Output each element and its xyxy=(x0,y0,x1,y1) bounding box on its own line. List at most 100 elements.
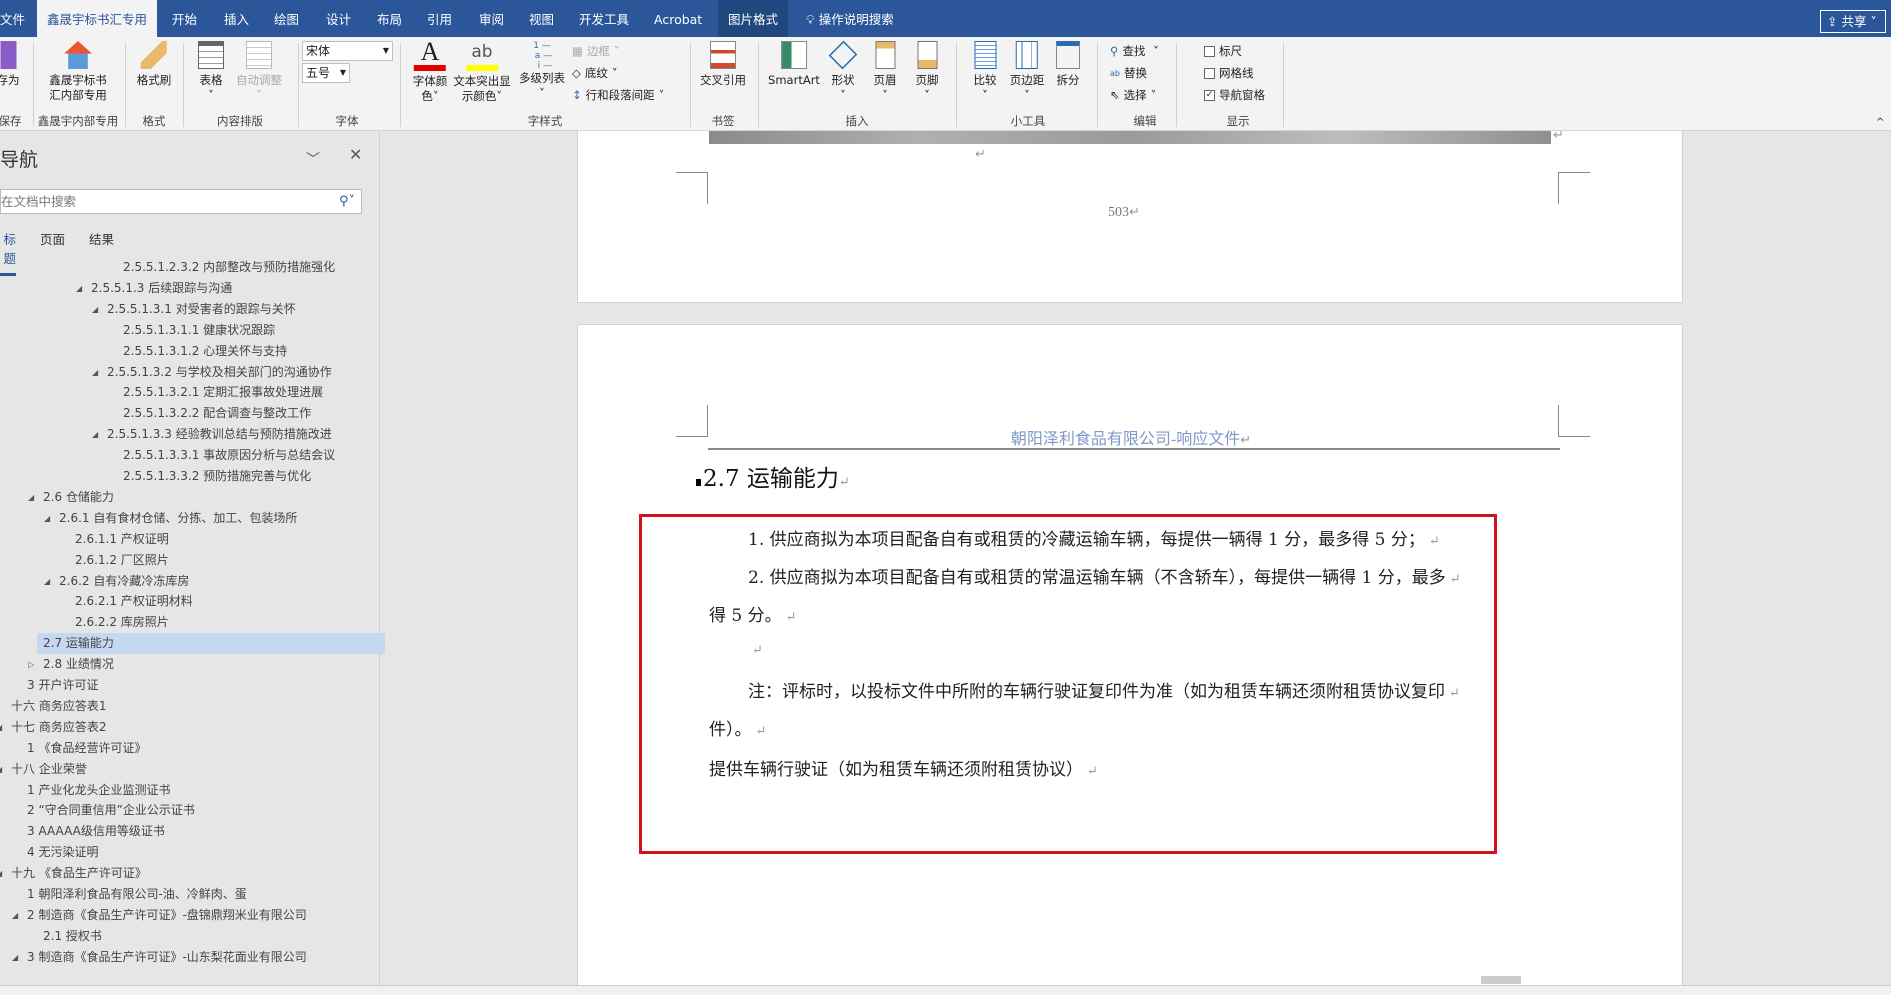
font-size-select[interactable]: 五号 ▼ xyxy=(302,63,350,83)
auto-fit-button[interactable]: 自动调整 ˅ xyxy=(236,41,282,103)
expand-triangle-icon[interactable]: ◢ xyxy=(92,299,98,320)
expand-triangle-icon[interactable]: ◢ xyxy=(76,278,82,299)
compare-button[interactable]: 比较 ˅ xyxy=(974,41,997,103)
close-icon[interactable]: ✕ xyxy=(349,145,362,164)
cross-reference-button[interactable]: 交叉引用 xyxy=(700,41,746,88)
tab-acrobat[interactable]: Acrobat xyxy=(654,0,702,37)
tab-home[interactable]: 开始 xyxy=(172,0,197,37)
nav-tree-item[interactable]: ◢ 十八 企业荣誉 xyxy=(0,759,348,780)
tab-view[interactable]: 视图 xyxy=(529,0,554,37)
nav-tree-item[interactable]: ◢ 3 制造商《食品生产许可证》-山东梨花面业有限公司 xyxy=(0,947,348,968)
find-button[interactable]: ⚲ 查找 ˅ xyxy=(1110,43,1159,59)
table-button[interactable]: 表格 ˅ xyxy=(198,41,224,103)
nav-tree-item[interactable]: 2.6.1.1 产权证明 xyxy=(0,529,348,550)
nav-tree-item[interactable]: 1 产业化龙头企业监测证书 xyxy=(0,780,348,801)
tab-references[interactable]: 引用 xyxy=(427,0,452,37)
nav-pane-checkbox[interactable]: ✓ 导航窗格 xyxy=(1204,87,1265,103)
nav-tree-item[interactable]: ◢ 2.5.5.1.3.3 经验教训总结与预防措施改进 xyxy=(0,424,348,445)
tab-file[interactable]: 文件 xyxy=(0,0,25,37)
nav-tree-item[interactable]: ◢ 2.6 仓储能力 xyxy=(0,487,348,508)
format-painter-button[interactable]: 格式刷 xyxy=(137,41,171,88)
nav-tree-item[interactable]: ◢ 2.6.1 自有食材仓储、分拣、加工、包装场所 xyxy=(0,508,348,529)
ruler-checkbox[interactable]: 标尺 xyxy=(1204,43,1242,59)
nav-tree-item[interactable]: 2 “守合同重信用”企业公示证书 xyxy=(0,800,348,821)
expand-triangle-icon[interactable]: ◢ xyxy=(0,717,2,738)
nav-tree-item[interactable]: 2.1 授权书 xyxy=(0,926,348,947)
document-image[interactable] xyxy=(709,131,1551,144)
nav-tree-item[interactable]: 1 朝阳泽利食品有限公司-油、冷鲜肉、蛋 xyxy=(0,884,348,905)
expand-triangle-icon[interactable]: ◢ xyxy=(44,571,50,592)
header-button[interactable]: 页眉 ˅ xyxy=(874,41,897,103)
xsy-internal-button[interactable]: 鑫晟宇标书 汇内部专用 xyxy=(49,41,107,103)
nav-tree-item[interactable]: ◢ 十七 商务应答表2 xyxy=(0,717,348,738)
nav-search-input[interactable]: 在文档中搜索 ⚲˅ xyxy=(0,189,362,214)
nav-tree-item[interactable]: 3 开户许可证 xyxy=(0,675,348,696)
nav-tree-item[interactable]: 1 《食品经营许可证》 xyxy=(0,738,348,759)
border-button[interactable]: ▦ 边框 ˅ xyxy=(572,43,620,59)
nav-tree-item[interactable]: 2.5.5.1.3.1.2 心理关怀与支持 xyxy=(0,341,348,362)
tab-review[interactable]: 审阅 xyxy=(479,0,504,37)
scrollbar-thumb[interactable] xyxy=(1481,976,1521,984)
highlight-button[interactable]: ab 文本突出显 示颜色˅ xyxy=(453,39,511,104)
line-spacing-button[interactable]: ↕ 行和段落间距 ˅ xyxy=(572,87,664,103)
collapse-ribbon-icon[interactable]: ^ xyxy=(1876,117,1884,128)
collapse-triangle-icon[interactable]: ▷ xyxy=(28,654,34,675)
chevron-down-icon[interactable]: ﹀ xyxy=(306,149,320,169)
save-as-icon xyxy=(0,41,16,69)
tell-me-search[interactable]: 💡︎ 操作说明搜索 xyxy=(806,0,894,37)
replace-button[interactable]: ab 替换 xyxy=(1110,65,1147,81)
tab-pages[interactable]: 页面 xyxy=(40,229,65,248)
tab-draw[interactable]: 绘图 xyxy=(274,0,299,37)
nav-tree-item[interactable]: 2.6.1.2 厂区照片 xyxy=(0,550,348,571)
nav-tree-item[interactable]: ◢ 2.5.5.1.3 后续跟踪与沟通 xyxy=(0,278,348,299)
expand-triangle-icon[interactable]: ◢ xyxy=(12,905,18,926)
nav-tree-item[interactable]: 2.5.5.1.3.3.1 事故原因分析与总结会议 xyxy=(0,445,348,466)
split-button[interactable]: 拆分 xyxy=(1056,41,1080,88)
nav-tree-item[interactable]: 2.7 运输能力 xyxy=(37,633,385,655)
nav-tree-item[interactable]: 2.5.5.1.3.2.1 定期汇报事故处理进展 xyxy=(0,382,348,403)
save-as-button[interactable]: 存为 xyxy=(0,41,20,88)
expand-triangle-icon[interactable]: ◢ xyxy=(92,362,98,383)
nav-tree-item[interactable]: 2.5.5.1.3.2.2 配合调查与整改工作 xyxy=(0,403,348,424)
nav-tree-item[interactable]: 3 AAAAA级信用等级证书 xyxy=(0,821,348,842)
footer-button[interactable]: 页脚 ˅ xyxy=(916,41,939,103)
select-button[interactable]: ⇖ 选择 ˅ xyxy=(1110,87,1156,103)
font-name-select[interactable]: 宋体 ▼ xyxy=(302,41,393,61)
expand-triangle-icon[interactable]: ◢ xyxy=(44,508,50,529)
tab-layout[interactable]: 布局 xyxy=(377,0,402,37)
multilevel-list-button[interactable]: 1 — a — i — 多级列表 ˅ xyxy=(519,39,565,101)
nav-tree-item[interactable]: 4 无污染证明 xyxy=(0,842,348,863)
tab-design[interactable]: 设计 xyxy=(326,0,351,37)
nav-tree-item[interactable]: 2.6.2.2 库房照片 xyxy=(0,612,348,633)
shapes-button[interactable]: 形状 ˅ xyxy=(828,40,858,103)
tab-insert[interactable]: 插入 xyxy=(224,0,249,37)
nav-tree-item[interactable]: ▷ 2.8 业绩情况 xyxy=(0,654,348,675)
expand-triangle-icon[interactable]: ◢ xyxy=(0,759,2,780)
tab-xsy[interactable]: 鑫晟宇标书汇专用 xyxy=(37,0,158,37)
share-button[interactable]: ⇪ 共享 ˅ xyxy=(1820,10,1886,33)
font-color-button[interactable]: A 字体颜 色˅ xyxy=(413,39,448,104)
nav-tree-item[interactable]: ◢ 十九 《食品生产许可证》 xyxy=(0,863,348,884)
nav-tree-item[interactable]: ◢ 2 制造商《食品生产许可证》-盘锦鼎翔米业有限公司 xyxy=(0,905,348,926)
search-icon[interactable]: ⚲˅ xyxy=(339,190,355,213)
shading-button[interactable]: ◇ 底纹 ˅ xyxy=(572,65,618,81)
tab-developer[interactable]: 开发工具 xyxy=(579,0,629,37)
expand-triangle-icon[interactable]: ◢ xyxy=(28,487,34,508)
nav-tree-item[interactable]: 2.6.2.1 产权证明材料 xyxy=(0,591,348,612)
tab-results[interactable]: 结果 xyxy=(89,229,114,248)
group-label-layout: 内容排版 xyxy=(217,114,263,128)
expand-triangle-icon[interactable]: ◢ xyxy=(12,947,18,968)
nav-tree-item[interactable]: 2.5.5.1.2.3.2 内部整改与预防措施强化 xyxy=(0,257,348,278)
expand-triangle-icon[interactable]: ◢ xyxy=(92,424,98,445)
nav-tree-item[interactable]: ◢ 2.6.2 自有冷藏冷冻库房 xyxy=(0,571,348,592)
tab-picture-format[interactable]: 图片格式 xyxy=(718,0,789,37)
nav-tree-item[interactable]: 2.5.5.1.3.3.2 预防措施完善与优化 xyxy=(0,466,348,487)
nav-tree-item[interactable]: 十六 商务应答表1 xyxy=(0,696,348,717)
smartart-button[interactable]: SmartArt xyxy=(768,41,820,88)
gridlines-checkbox[interactable]: 网格线 xyxy=(1204,65,1254,81)
expand-triangle-icon[interactable]: ◢ xyxy=(0,863,2,884)
nav-tree-item[interactable]: ◢ 2.5.5.1.3.1 对受害者的跟踪与关怀 xyxy=(0,299,348,320)
margins-button[interactable]: 页边距 ˅ xyxy=(1010,41,1044,103)
nav-tree-item[interactable]: ◢ 2.5.5.1.3.2 与学校及相关部门的沟通协作 xyxy=(0,362,348,383)
nav-tree-item[interactable]: 2.5.5.1.3.1.1 健康状况跟踪 xyxy=(0,320,348,341)
